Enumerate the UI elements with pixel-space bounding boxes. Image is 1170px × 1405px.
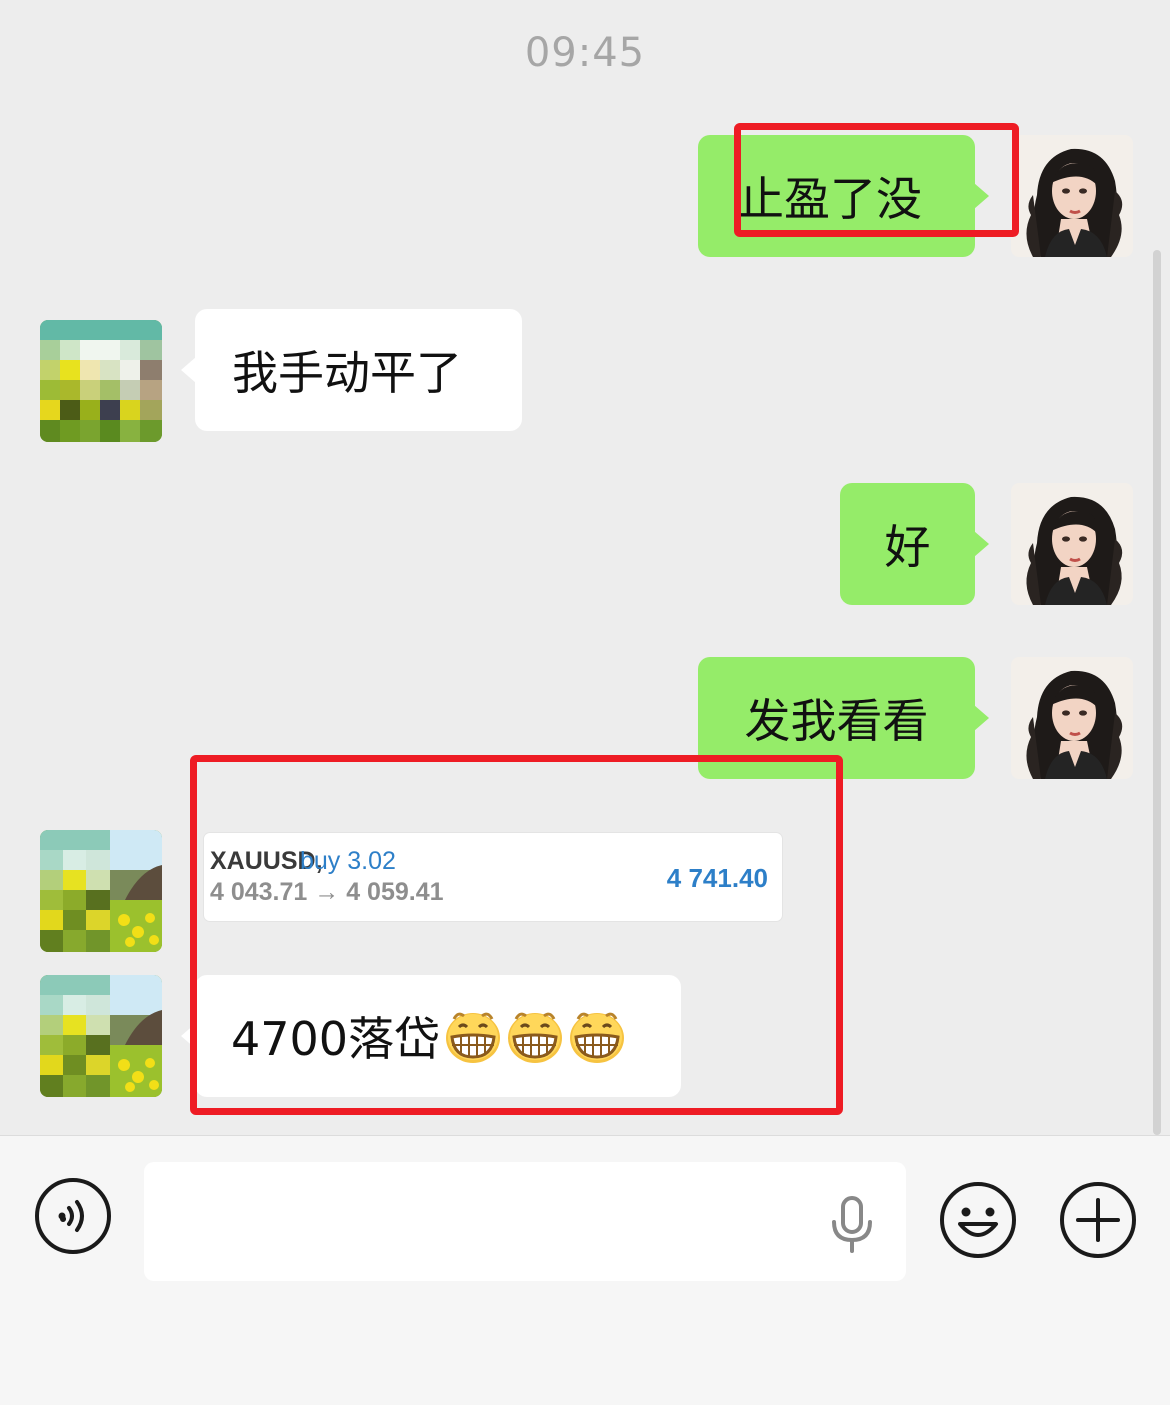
bubble-tail [181,1023,196,1049]
microphone-icon[interactable] [828,1194,876,1254]
my-avatar[interactable] [1011,657,1133,779]
voice-message-icon[interactable] [33,1176,113,1256]
input-toolbar [0,1135,1170,1405]
my-avatar[interactable] [1011,135,1133,257]
message-bubble-sent[interactable]: 止盈了没 [698,135,989,257]
message-timestamp: 09:45 [524,30,646,76]
message-bubble-received[interactable]: 我手动平了 [181,309,522,431]
trade-profit-value: 4 741.40 [666,863,768,893]
contact-avatar[interactable] [40,975,162,1097]
message-text: 4700落岱 [231,1012,441,1066]
emoji-icon[interactable] [938,1180,1018,1260]
message-text: 好 [884,520,931,574]
trade-screenshot-image[interactable]: XAUUSD, buy 3.02 4 043.71 → 4 059.41 4 7… [204,833,782,921]
trade-price-range: 4 043.71 → 4 059.41 [210,878,444,906]
message-bubble-sent[interactable]: 发我看看 [698,657,989,779]
plus-icon[interactable] [1058,1180,1138,1260]
bubble-tail [974,705,989,731]
message-text: 我手动平了 [232,346,462,400]
contact-avatar[interactable] [40,830,162,952]
chat-scrollbar[interactable] [1153,250,1161,1135]
grinning-face-icon [506,1011,564,1065]
my-avatar[interactable] [1011,483,1133,605]
trade-action: buy 3.02 [300,847,396,875]
bubble-tail [974,183,989,209]
bubble-tail [181,357,196,383]
message-bubble-sent[interactable]: 好 [840,483,989,605]
contact-avatar[interactable] [40,320,162,442]
message-text: 止盈了没 [738,172,922,226]
grinning-face-icon [568,1011,626,1065]
message-text: 发我看看 [744,694,929,748]
bubble-tail [974,531,989,557]
message-bubble-received[interactable]: 4700落岱 [181,975,681,1097]
grinning-face-icon [444,1011,502,1065]
message-input[interactable] [144,1162,906,1281]
